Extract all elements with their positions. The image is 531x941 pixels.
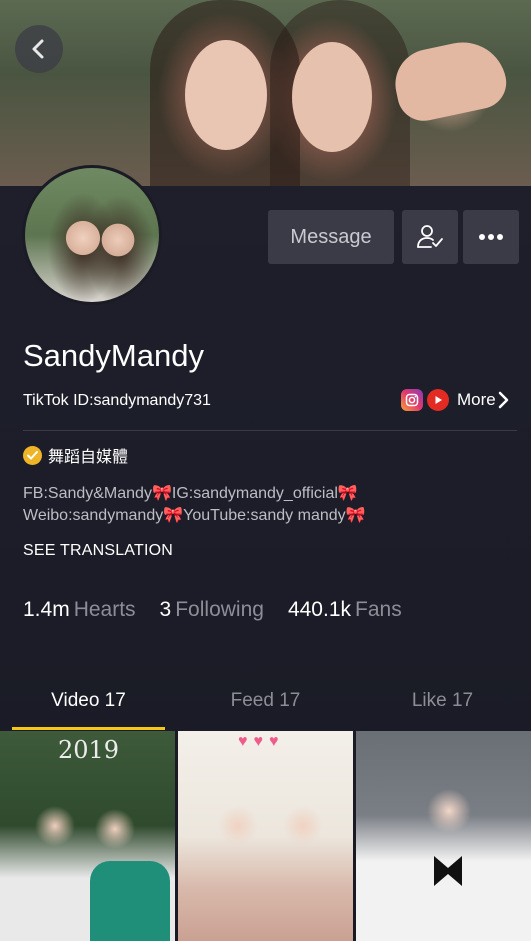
more-link-label: More (457, 390, 496, 409)
stat-value: 440.1k (287, 598, 352, 621)
thumbnail-figure (434, 856, 462, 886)
ribbon-emoji: 🎀 (345, 507, 366, 524)
stat-label: Hearts (73, 598, 136, 621)
bio-text: IG:sandymandy_official (171, 485, 338, 502)
bio-line-2: Weibo:sandymandy🎀YouTube:sandy mandy🎀 (23, 505, 366, 527)
ribbon-emoji: 🎀 (337, 485, 358, 502)
back-button[interactable] (15, 25, 63, 73)
see-translation-link[interactable]: SEE TRANSLATION (23, 542, 173, 560)
stat-fans[interactable]: 440.1k Fans (288, 598, 402, 622)
cover-face-right (292, 42, 372, 152)
thumbnail-figure (90, 861, 170, 941)
tab-like[interactable]: Like 17 (354, 672, 531, 730)
bio-text: YouTube:sandy mandy (183, 507, 346, 524)
video-thumbnail[interactable] (356, 731, 531, 941)
chevron-right-icon (498, 391, 508, 409)
bio-text: Weibo:sandymandy (23, 507, 164, 524)
check-badge-icon (23, 445, 42, 465)
ribbon-emoji: 🎀 (163, 507, 184, 524)
stat-hearts: 1.4m Hearts (23, 598, 136, 622)
bio-line-1: FB:Sandy&Mandy🎀IG:sandymandy_official🎀 (23, 483, 366, 505)
hearts-decoration-icon: ♥♥♥ (238, 733, 285, 750)
message-button[interactable]: Message (268, 210, 394, 264)
verified-label: 舞蹈自媒體 (48, 449, 129, 466)
more-options-button[interactable] (463, 210, 519, 264)
stat-value: 3 (159, 598, 172, 621)
more-link[interactable]: More (457, 390, 510, 410)
bio-text: FB:Sandy&Mandy (23, 485, 152, 502)
active-tab-indicator (12, 727, 165, 730)
video-thumbnail[interactable]: ♥♥♥ (178, 731, 353, 941)
divider (23, 430, 517, 431)
video-grid: 2019 ♥♥♥ (0, 731, 531, 941)
follow-status-button[interactable] (402, 210, 458, 264)
ribbon-emoji: 🎀 (151, 485, 172, 502)
stats-row: 1.4m Hearts 3 Following 440.1k Fans (23, 598, 402, 622)
cover-face-left (185, 40, 267, 150)
video-thumbnail[interactable]: 2019 (0, 731, 175, 941)
cover-photo (0, 0, 531, 186)
user-check-icon (417, 225, 443, 248)
youtube-icon[interactable] (427, 389, 449, 411)
instagram-icon[interactable] (401, 389, 423, 411)
cover-hand (388, 34, 512, 126)
social-links: More (401, 389, 510, 411)
bio: FB:Sandy&Mandy🎀IG:sandymandy_official🎀 W… (23, 483, 366, 527)
tab-label: Feed 17 (230, 690, 301, 711)
tiktok-id: TikTok ID:sandymandy731 (23, 392, 211, 409)
ellipsis-icon (479, 234, 503, 240)
tab-label: Video 17 (51, 690, 126, 711)
chevron-left-icon (32, 39, 44, 59)
tab-label: Like 17 (411, 690, 474, 711)
stat-label: Following (175, 598, 264, 621)
stat-value: 1.4m (23, 598, 70, 621)
username: SandyMandy (23, 338, 204, 373)
tab-video[interactable]: Video 17 (0, 672, 177, 730)
tab-feed[interactable]: Feed 17 (177, 672, 354, 730)
stat-label: Fans (355, 598, 402, 621)
thumbnail-overlay-text: 2019 (58, 736, 120, 764)
verified-category: 舞蹈自媒體 (23, 443, 128, 467)
stat-following[interactable]: 3 Following (160, 598, 264, 622)
content-tabs: Video 17 Feed 17 Like 17 (0, 672, 531, 730)
avatar[interactable] (22, 165, 162, 305)
